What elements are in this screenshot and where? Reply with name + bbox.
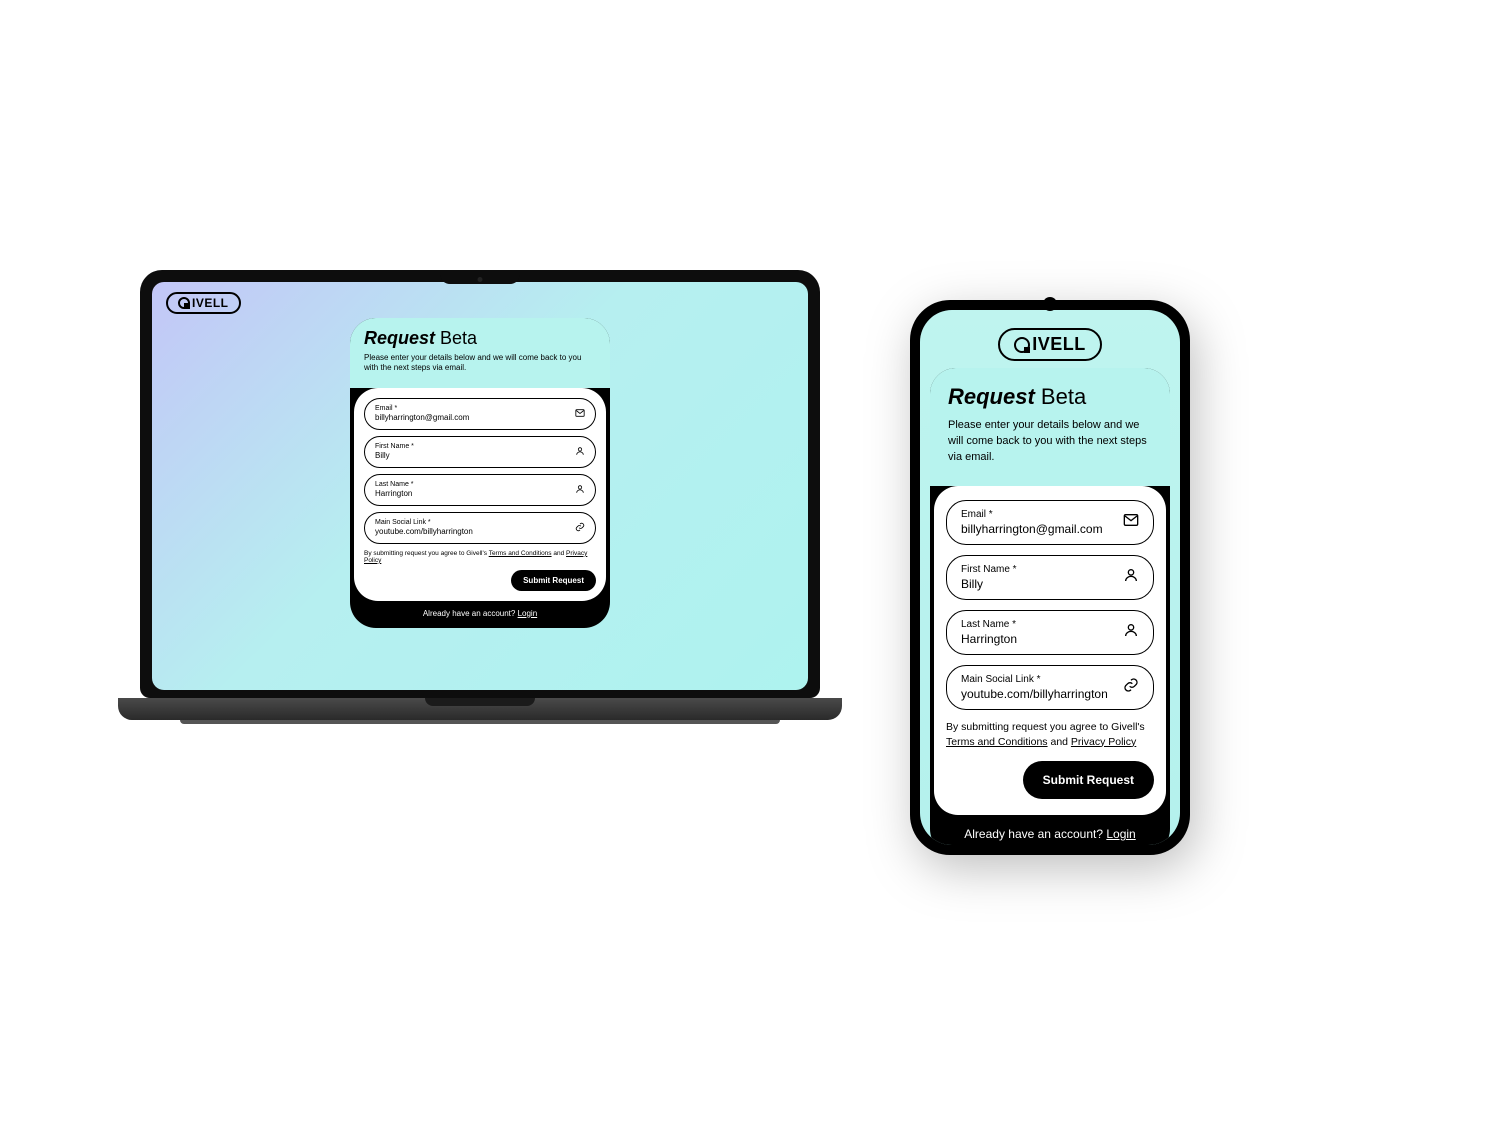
user-icon bbox=[1123, 567, 1139, 588]
card-footer: Already have an account? Login bbox=[350, 601, 610, 628]
request-beta-card: Request Beta Please enter your details b… bbox=[350, 318, 610, 628]
card-subtitle: Please enter your details below and we w… bbox=[364, 353, 596, 374]
brand-logo: IVELL bbox=[920, 328, 1180, 361]
first-name-value: Billy bbox=[375, 451, 575, 460]
last-name-value: Harrington bbox=[375, 489, 575, 498]
social-label: Main Social Link * bbox=[375, 519, 575, 526]
phone-mockup: IVELL Request Beta Please enter your det… bbox=[910, 300, 1190, 855]
request-beta-card: Request Beta Please enter your details b… bbox=[930, 368, 1170, 845]
social-value: youtube.com/billyharrington bbox=[961, 687, 1123, 701]
user-icon bbox=[575, 443, 585, 461]
terms-link[interactable]: Terms and Conditions bbox=[946, 736, 1048, 748]
terms-link[interactable]: Terms and Conditions bbox=[489, 550, 552, 557]
last-name-label: Last Name * bbox=[961, 619, 1123, 630]
social-label: Main Social Link * bbox=[961, 674, 1123, 685]
laptop-mockup: IVELL Request Beta Please enter your det… bbox=[140, 270, 820, 724]
email-value: billyharrington@gmail.com bbox=[961, 522, 1123, 536]
email-field[interactable]: Email * billyharrington@gmail.com bbox=[946, 500, 1154, 545]
card-header: Request Beta Please enter your details b… bbox=[930, 368, 1170, 486]
first-name-label: First Name * bbox=[961, 564, 1123, 575]
login-link[interactable]: Login bbox=[518, 609, 538, 618]
first-name-label: First Name * bbox=[375, 443, 575, 450]
first-name-field[interactable]: First Name * Billy bbox=[946, 555, 1154, 600]
link-icon bbox=[1123, 677, 1139, 698]
first-name-value: Billy bbox=[961, 577, 1123, 591]
consent-text: By submitting request you agree to Givel… bbox=[364, 550, 596, 564]
card-subtitle: Please enter your details below and we w… bbox=[948, 418, 1152, 466]
last-name-field[interactable]: Last Name * Harrington bbox=[364, 474, 596, 506]
privacy-link[interactable]: Privacy Policy bbox=[1071, 736, 1136, 748]
social-link-field[interactable]: Main Social Link * youtube.com/billyharr… bbox=[364, 512, 596, 544]
brand-logo: IVELL bbox=[166, 292, 241, 314]
card-body: Email * billyharrington@gmail.com First … bbox=[934, 486, 1166, 815]
submit-button[interactable]: Submit Request bbox=[1023, 761, 1154, 799]
card-title: Request Beta bbox=[948, 384, 1152, 410]
last-name-value: Harrington bbox=[961, 632, 1123, 646]
card-footer: Already have an account? Login bbox=[930, 815, 1170, 845]
card-title: Request Beta bbox=[364, 328, 596, 349]
first-name-field[interactable]: First Name * Billy bbox=[364, 436, 596, 468]
email-field[interactable]: Email * billyharrington@gmail.com bbox=[364, 398, 596, 430]
laptop-screen: IVELL Request Beta Please enter your det… bbox=[152, 282, 808, 690]
email-value: billyharrington@gmail.com bbox=[375, 413, 575, 422]
email-label: Email * bbox=[375, 405, 575, 412]
last-name-field[interactable]: Last Name * Harrington bbox=[946, 610, 1154, 655]
social-link-field[interactable]: Main Social Link * youtube.com/billyharr… bbox=[946, 665, 1154, 710]
consent-text: By submitting request you agree to Givel… bbox=[946, 720, 1154, 749]
mail-icon bbox=[575, 405, 585, 423]
login-link[interactable]: Login bbox=[1106, 827, 1135, 841]
phone-screen: IVELL Request Beta Please enter your det… bbox=[920, 310, 1180, 845]
social-value: youtube.com/billyharrington bbox=[375, 527, 575, 536]
last-name-label: Last Name * bbox=[375, 481, 575, 488]
card-body: Email * billyharrington@gmail.com First … bbox=[354, 388, 606, 601]
user-icon bbox=[1123, 622, 1139, 643]
submit-button[interactable]: Submit Request bbox=[511, 570, 596, 591]
mail-icon bbox=[1123, 512, 1139, 533]
card-header: Request Beta Please enter your details b… bbox=[350, 318, 610, 388]
user-icon bbox=[575, 481, 585, 499]
email-label: Email * bbox=[961, 509, 1123, 520]
link-icon bbox=[575, 519, 585, 537]
